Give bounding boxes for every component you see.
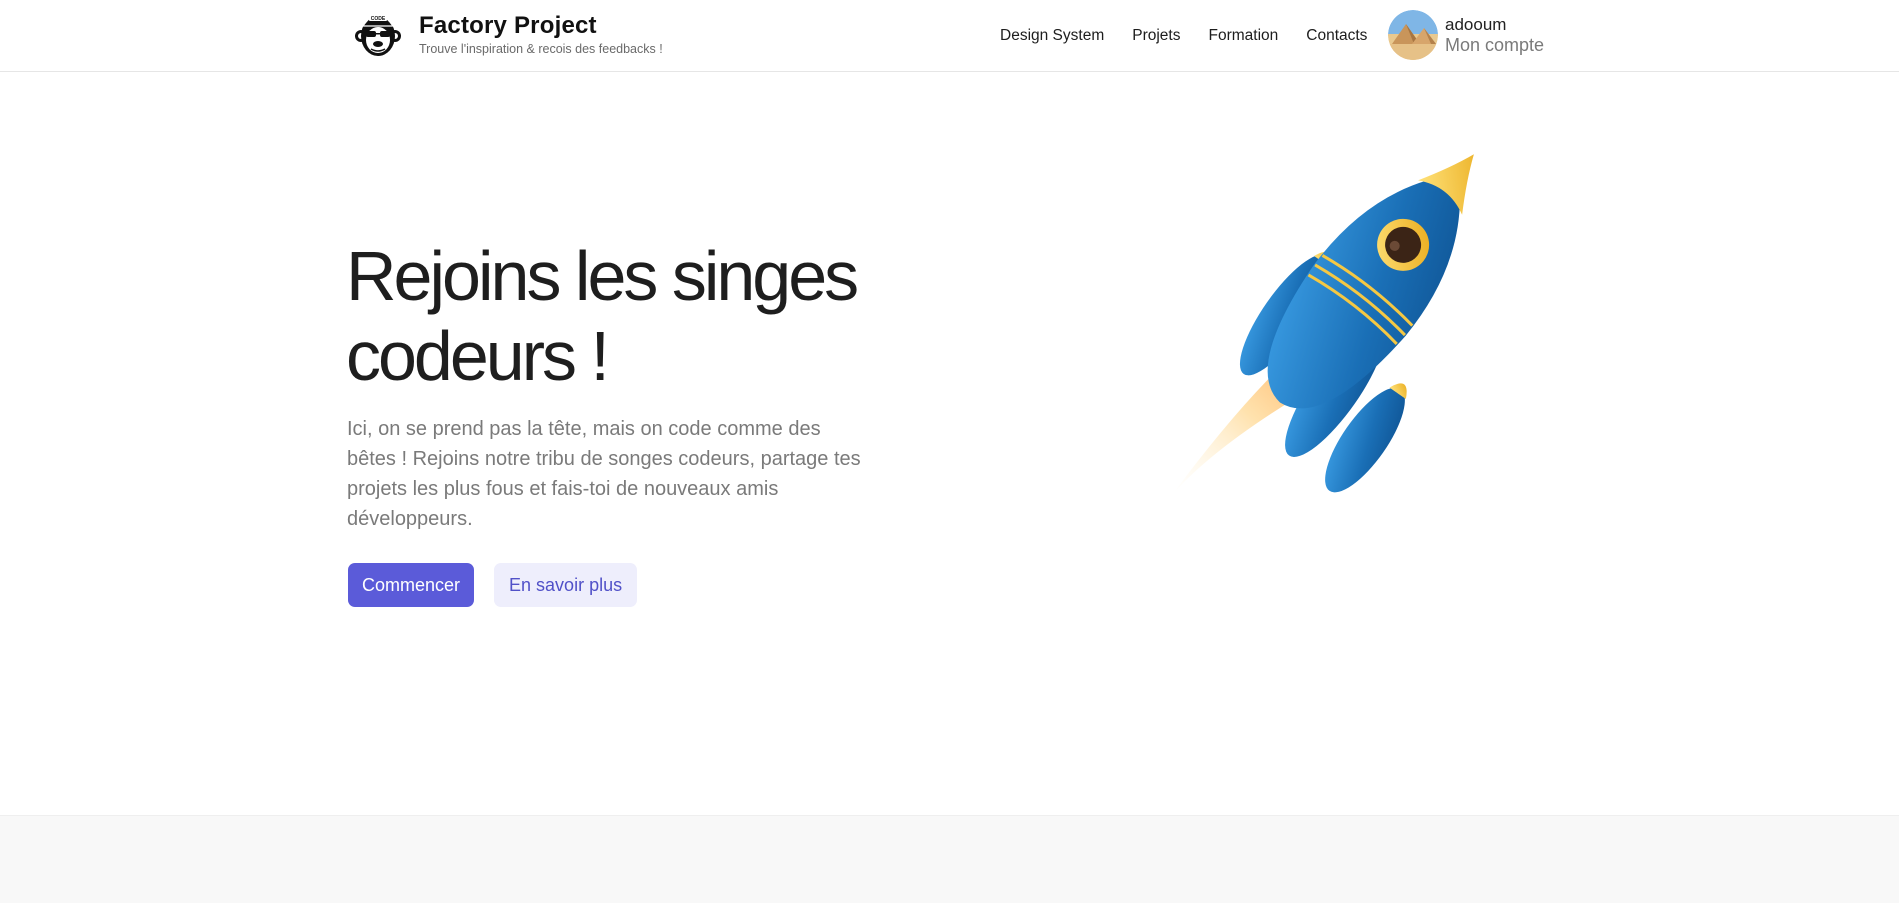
brand[interactable]: CODE Factory Project Trouve l'inspiratio…: [354, 6, 663, 62]
brand-title: Factory Project: [419, 11, 597, 39]
account-menu[interactable]: adooum Mon compte: [1388, 10, 1544, 60]
hero-title-line2: codeurs !: [346, 317, 610, 395]
hero-lead: Ici, on se prend pas la tête, mais on co…: [347, 418, 861, 530]
monkey-logo-icon: CODE: [355, 14, 401, 56]
rocket-icon: [1172, 154, 1474, 495]
hero-title: Rejoins les singes codeurs !: [346, 236, 906, 396]
hero-actions: Commencer En savoir plus: [348, 563, 638, 607]
start-button[interactable]: Commencer: [348, 563, 475, 607]
logo-badge-text: CODE: [371, 16, 386, 22]
avatar[interactable]: [1388, 10, 1438, 60]
my-account-link[interactable]: Mon compte: [1445, 35, 1544, 55]
hero-title-line1: Rejoins les singes: [346, 237, 859, 315]
nav-item-projets[interactable]: Projets: [1132, 27, 1180, 45]
main-nav: Design System Projets Formation Contacts: [1000, 0, 1395, 72]
nav-item-design-system[interactable]: Design System: [1000, 27, 1104, 45]
nav-item-formation[interactable]: Formation: [1208, 27, 1278, 45]
site-header: CODE Factory Project Trouve l'inspiratio…: [0, 0, 1899, 72]
footer-section: [0, 815, 1899, 903]
brand-tagline: Trouve l'inspiration & recois des feedba…: [419, 41, 663, 56]
nav-item-contacts[interactable]: Contacts: [1306, 27, 1367, 45]
account-username: adooum: [1445, 15, 1507, 34]
learn-more-button[interactable]: En savoir plus: [494, 563, 638, 607]
